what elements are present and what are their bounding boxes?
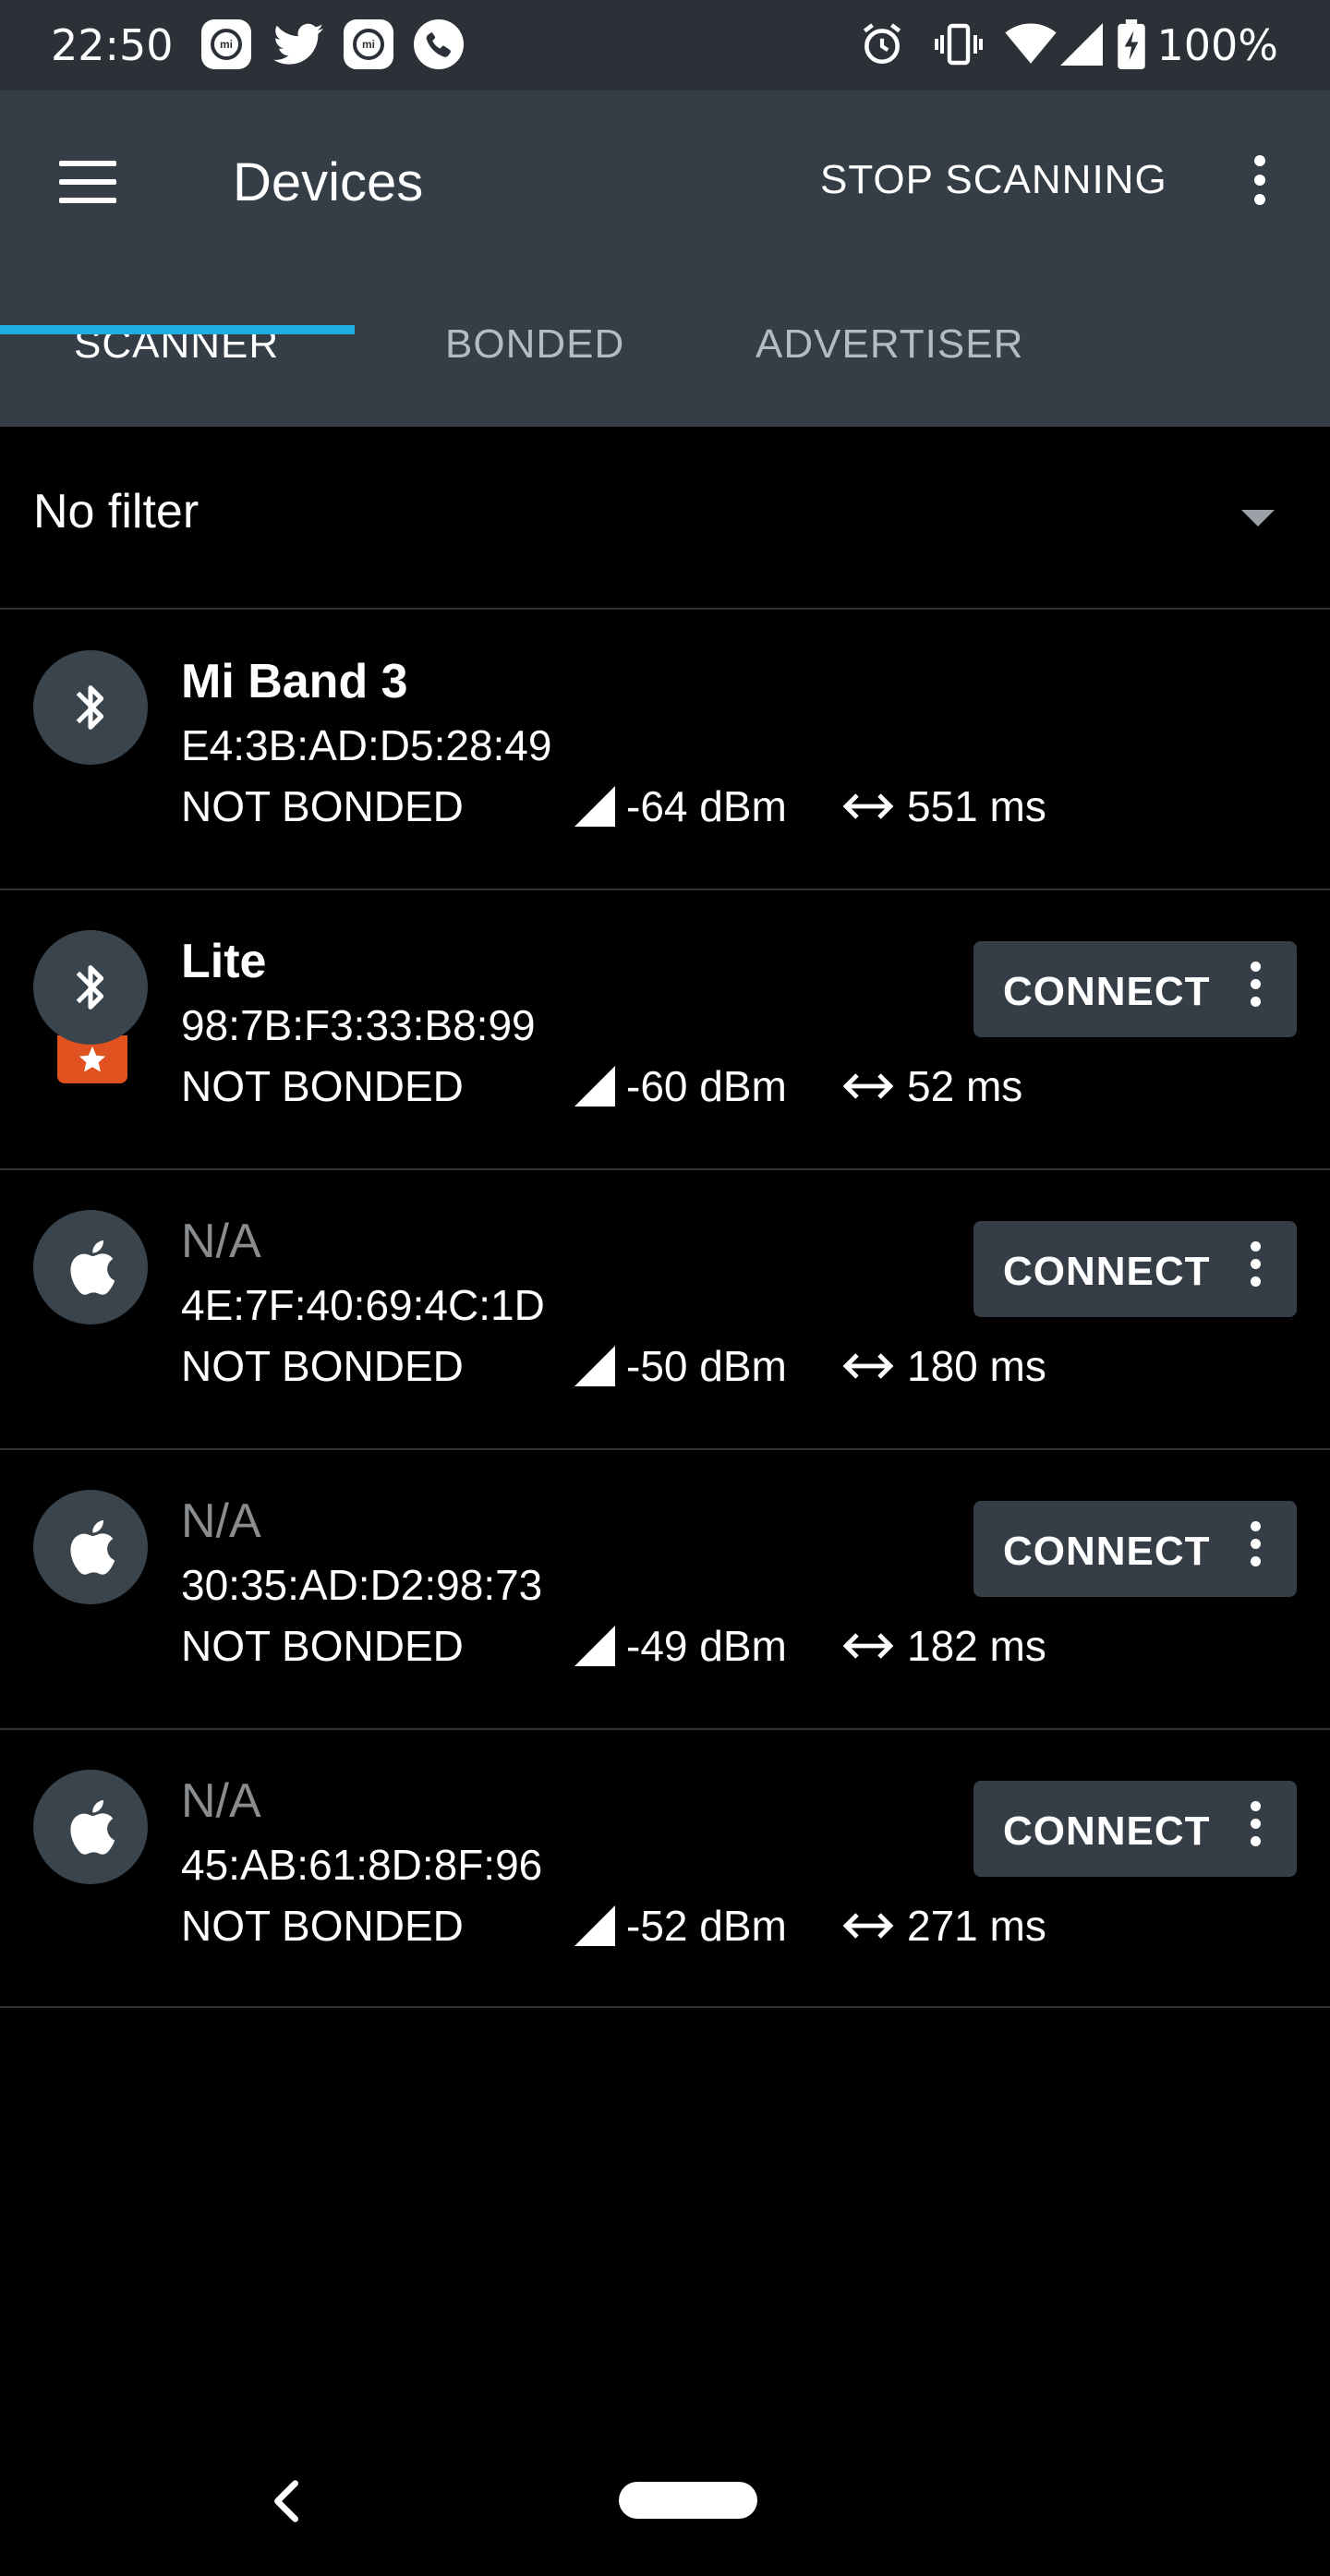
interval: 551 ms [842,781,1046,831]
page-title: Devices [233,152,424,212]
alarm-icon [859,18,905,70]
tab-advertiser[interactable]: ADVERTISER [756,321,1023,368]
apple-icon [33,1490,148,1604]
interval: 180 ms [842,1341,1046,1391]
bond-state: NOT BONDED [181,1342,464,1390]
interval-value: 551 ms [907,782,1046,830]
dropdown-arrow-icon [1241,510,1275,526]
interval-value: 52 ms [907,1062,1023,1110]
device-row[interactable]: Lite 98:7B:F3:33:B8:99 NOT BONDED -60 dB… [0,889,1330,1168]
tab-bonded[interactable]: BONDED [445,321,624,368]
connect-button[interactable]: CONNECT [973,1221,1297,1317]
rssi: -64 dBm [574,781,787,831]
device-name: Mi Band 3 [181,655,408,708]
interval: 182 ms [842,1621,1046,1671]
status-bar: 22:50 mi mi 100% [0,0,1330,91]
interval-arrows-icon [842,1913,894,1939]
device-mac: 98:7B:F3:33:B8:99 [181,1001,536,1049]
connect-button[interactable]: CONNECT [973,1501,1297,1597]
device-row[interactable]: N/A 45:AB:61:8D:8F:96 NOT BONDED -52 dBm… [0,1729,1330,2008]
rssi-value: -64 dBm [626,782,787,830]
device-name: N/A [181,1494,261,1548]
device-mac: E4:3B:AD:D5:28:49 [181,721,552,769]
phone-icon [414,18,464,70]
more-options-icon[interactable] [1241,961,1269,1021]
signal-strength-icon [574,1346,615,1386]
rssi: -50 dBm [574,1341,787,1391]
signal-strength-icon [574,1066,615,1107]
menu-icon[interactable] [55,155,120,209]
device-mac: 4E:7F:40:69:4C:1D [181,1281,545,1329]
interval-value: 180 ms [907,1342,1046,1390]
signal-strength-icon [574,1626,615,1666]
navigation-bar [0,2421,1330,2576]
connect-label: CONNECT [1003,1249,1211,1294]
interval-arrows-icon [842,1353,894,1379]
bond-state: NOT BONDED [181,1062,464,1110]
rssi-value: -50 dBm [626,1342,787,1390]
interval-value: 182 ms [907,1622,1046,1670]
connect-label: CONNECT [1003,1808,1211,1854]
interval: 52 ms [842,1061,1022,1111]
bond-state: NOT BONDED [181,1622,464,1670]
bond-state: NOT BONDED [181,782,464,830]
interval-value: 271 ms [907,1902,1046,1950]
more-options-icon[interactable] [1241,155,1278,211]
more-options-icon[interactable] [1241,1241,1269,1300]
signal-strength-icon [574,1905,615,1946]
apple-icon [33,1210,148,1324]
vibrate-icon [933,18,985,70]
device-row[interactable]: N/A 30:35:AD:D2:98:73 NOT BONDED -49 dBm… [0,1449,1330,1728]
rssi-value: -49 dBm [626,1622,787,1670]
device-row[interactable]: Mi Band 3 E4:3B:AD:D5:28:49 NOT BONDED -… [0,610,1330,889]
rssi-value: -52 dBm [626,1902,787,1950]
filter-dropdown[interactable]: No filter [0,427,1330,608]
rssi: -52 dBm [574,1901,787,1951]
more-options-icon[interactable] [1241,1521,1269,1580]
battery-charging-icon [1118,18,1145,70]
interval-arrows-icon [842,793,894,819]
rssi: -60 dBm [574,1061,787,1111]
mi-fit-icon: mi [201,18,251,70]
tab-bar: SCANNER BONDED ADVERTISER [0,275,1330,427]
connect-button[interactable]: CONNECT [973,1781,1297,1877]
battery-percent: 100% [1156,20,1278,70]
cell-signal-icon [1060,18,1103,70]
rssi: -49 dBm [574,1621,787,1671]
stop-scanning-button[interactable]: STOP SCANNING [820,157,1167,203]
status-time: 22:50 [51,20,174,70]
device-name: Lite [181,935,267,988]
connect-label: CONNECT [1003,1529,1211,1574]
connect-button[interactable]: CONNECT [973,941,1297,1037]
connect-label: CONNECT [1003,969,1211,1014]
back-icon[interactable] [268,2478,305,2524]
device-name: N/A [181,1774,261,1828]
bond-state: NOT BONDED [181,1902,464,1950]
filter-label: No filter [33,485,200,538]
interval: 271 ms [842,1901,1046,1951]
device-name: N/A [181,1215,261,1268]
interval-arrows-icon [842,1073,894,1099]
signal-strength-icon [574,786,615,827]
bluetooth-icon [33,650,148,765]
wifi-icon [1005,18,1057,70]
mi-fit-icon: mi [344,18,393,70]
device-row[interactable]: N/A 4E:7F:40:69:4C:1D NOT BONDED -50 dBm… [0,1169,1330,1448]
more-options-icon[interactable] [1241,1801,1269,1860]
device-mac: 45:AB:61:8D:8F:96 [181,1841,543,1889]
twitter-icon [273,18,323,70]
rssi-value: -60 dBm [626,1062,787,1110]
home-pill-button[interactable] [619,2482,757,2519]
interval-arrows-icon [842,1633,894,1659]
device-mac: 30:35:AD:D2:98:73 [181,1561,543,1609]
apple-icon [33,1770,148,1884]
divider [0,2006,1330,2008]
app-bar: Devices STOP SCANNING SCANNER BONDED ADV… [0,91,1330,427]
bluetooth-icon [33,930,148,1045]
tab-indicator [0,325,355,334]
